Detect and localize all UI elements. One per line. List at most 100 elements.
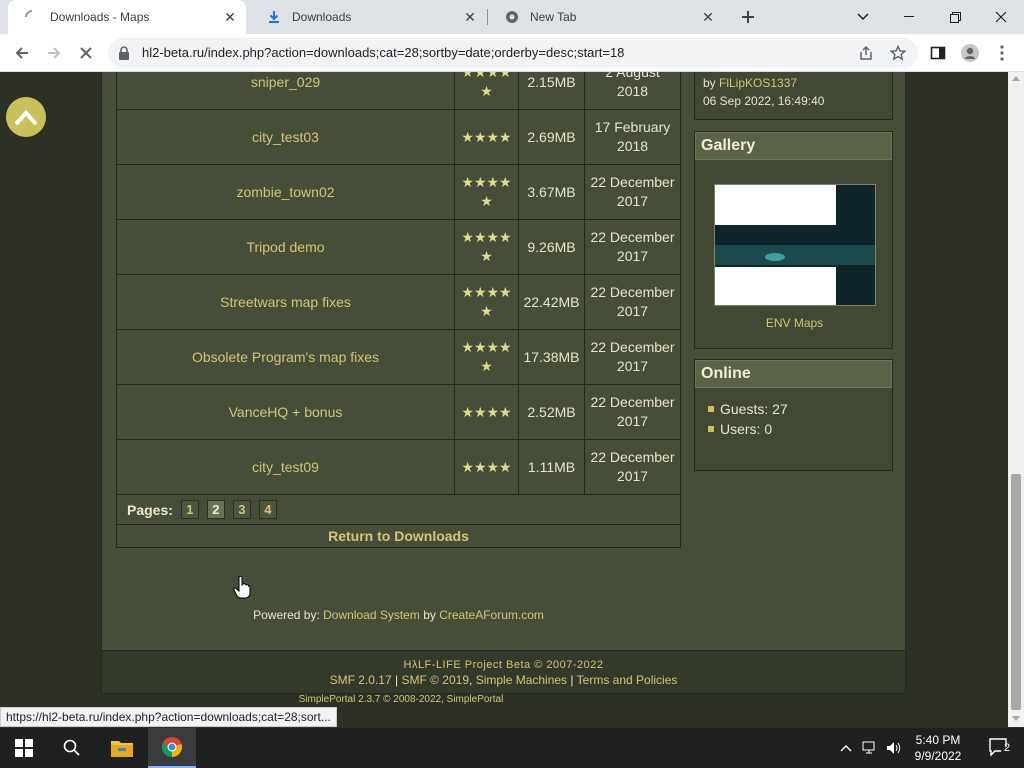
close-tab-icon[interactable]: ✕ (222, 9, 238, 25)
close-tab-icon[interactable]: ✕ (700, 9, 716, 25)
minimize-button[interactable] (886, 0, 932, 34)
file-size: 17.38MB (518, 329, 585, 385)
chrome-taskbar-icon[interactable] (148, 728, 196, 768)
close-tab-icon[interactable]: ✕ (462, 9, 478, 25)
system-clock[interactable]: 5:40 PM 9/9/2022 (908, 732, 968, 764)
date-line: 22 December (590, 394, 675, 410)
start-button[interactable] (0, 728, 48, 768)
search-icon[interactable] (48, 728, 96, 768)
table-row: Streetwars map fixes ★★★★ ★ 22.42MB 22 Dece… (116, 274, 681, 330)
smf-version-link[interactable]: SMF 2.0.17 (330, 673, 392, 687)
download-name-link[interactable]: Obsolete Program's map fixes (116, 329, 455, 385)
date-line: 2 August (605, 72, 660, 80)
download-name-link[interactable]: VanceHQ + bonus (116, 384, 455, 440)
tab-downloads-maps[interactable]: Downloads - Maps ✕ (8, 0, 246, 34)
smf-copyright-link[interactable]: SMF © 2019 (401, 673, 469, 687)
notifications-icon[interactable]: 2 (976, 728, 1024, 768)
bullet-icon (708, 426, 714, 432)
page-scrollbar[interactable] (1008, 72, 1024, 727)
file-size: 2.15MB (518, 72, 585, 110)
guests-text: Guests: 27 (720, 401, 788, 417)
download-system-link[interactable]: Download System (323, 608, 420, 622)
tab-search-button[interactable] (840, 0, 886, 34)
users-count: Users: 0 (695, 421, 892, 437)
new-tab-button[interactable] (734, 3, 762, 31)
date-year: 2017 (616, 358, 649, 374)
hand-cursor-icon (233, 575, 251, 604)
bullet-icon (708, 406, 714, 412)
loading-spinner-icon (24, 9, 40, 25)
download-name-link[interactable]: Streetwars map fixes (116, 274, 455, 330)
page-viewport: sniper_029 ★★★★ ★ 2.15MB 2 August 2018 city_t… (0, 72, 1008, 727)
bookmark-star-icon[interactable] (884, 39, 912, 67)
share-icon[interactable] (852, 39, 880, 67)
file-size: 2.69MB (518, 109, 585, 165)
tab-strip: Downloads - Maps ✕ Downloads ✕ New Tab ✕ (0, 0, 1024, 34)
table-row: city_test09 ★★★★ 1.11MB 22 December 2017 (116, 439, 681, 495)
powered-prefix: Powered by: (253, 608, 324, 622)
file-size: 2.52MB (518, 384, 585, 440)
date-line: 22 December (590, 339, 675, 355)
simple-machines-link[interactable]: Simple Machines (476, 673, 567, 687)
tab-downloads[interactable]: Downloads ✕ (250, 0, 486, 34)
simpleportal-credit[interactable]: SimplePortal 2.3.7 © 2008-2022, SimplePo… (101, 694, 701, 705)
file-size: 1.11MB (518, 439, 585, 495)
stop-loading-button[interactable] (72, 39, 100, 67)
page-link-4[interactable]: 4 (258, 500, 277, 519)
scroll-thumb[interactable] (1011, 474, 1021, 710)
profile-avatar-icon[interactable] (956, 39, 984, 67)
date-year: 2017 (616, 303, 649, 319)
notification-count: 2 (1004, 742, 1011, 754)
gallery-thumbnail[interactable] (714, 184, 876, 306)
upload-date: 22 December 2017 (584, 329, 681, 385)
chrome-icon (504, 9, 520, 25)
date-year: 2017 (616, 468, 649, 484)
download-name-link[interactable]: city_test03 (116, 109, 455, 165)
show-hidden-icons-chevron[interactable] (834, 728, 858, 768)
file-size: 9.26MB (518, 219, 585, 275)
restore-button[interactable] (932, 0, 978, 34)
page-link-3[interactable]: 3 (232, 500, 251, 519)
file-explorer-icon[interactable] (98, 728, 146, 768)
page-link-1[interactable]: 1 (180, 500, 199, 519)
table-row: city_test03 ★★★★ 2.69MB 17 February 2018 (116, 109, 681, 165)
forward-button[interactable] (40, 39, 68, 67)
author-link[interactable]: FlLipKOS1337 (719, 76, 797, 90)
terms-link[interactable]: Terms and Policies (577, 673, 678, 687)
author-prefix: by (703, 76, 720, 90)
browser-toolbar: hl2-beta.ru/index.php?action=downloads;c… (0, 34, 1024, 72)
createaforum-link[interactable]: CreateAForum.com (439, 608, 544, 622)
powered-by: Powered by: Download System by CreateAFo… (102, 608, 695, 622)
menu-kebab-icon[interactable] (988, 39, 1016, 67)
volume-icon[interactable] (882, 728, 906, 768)
scroll-up-arrow-icon[interactable] (1012, 75, 1020, 81)
download-name-link[interactable]: zombie_town02 (116, 164, 455, 220)
footer-copyright: HλLF-LIFE Project Beta © 2007-2022 (403, 659, 604, 671)
gallery-box: Gallery ENV Maps (694, 131, 893, 349)
download-name-link[interactable]: sniper_029 (116, 72, 455, 110)
address-bar[interactable]: hl2-beta.ru/index.php?action=downloads;c… (108, 38, 918, 68)
close-window-button[interactable] (978, 0, 1024, 34)
download-name-link[interactable]: Tripod demo (116, 219, 455, 275)
upload-date: 22 December 2017 (584, 384, 681, 440)
side-panel-icon[interactable] (924, 39, 952, 67)
tab-title: Downloads (292, 10, 352, 24)
gallery-title: Gallery (695, 132, 892, 160)
lock-icon (118, 46, 130, 65)
back-button[interactable] (8, 39, 36, 67)
tab-new-tab[interactable]: New Tab ✕ (488, 0, 724, 34)
page-link-2[interactable]: 2 (206, 500, 225, 519)
date-line: 22 December (590, 229, 675, 245)
rating-stars: ★★★★ (454, 384, 519, 440)
upload-date: 22 December 2017 (584, 439, 681, 495)
network-icon[interactable] (858, 728, 882, 768)
rating-stars: ★★★★ ★ (454, 72, 519, 110)
table-row: sniper_029 ★★★★ ★ 2.15MB 2 August 2018 (116, 72, 681, 110)
return-to-downloads-link[interactable]: Return to Downloads (116, 525, 681, 548)
upload-date: 22 December 2017 (584, 164, 681, 220)
scroll-down-arrow-icon[interactable] (1012, 716, 1020, 722)
gallery-caption-link[interactable]: ENV Maps (695, 316, 894, 330)
download-name-link[interactable]: city_test09 (116, 439, 455, 495)
url-text: hl2-beta.ru/index.php?action=downloads;c… (142, 45, 625, 60)
scroll-to-top-button[interactable] (6, 97, 46, 137)
